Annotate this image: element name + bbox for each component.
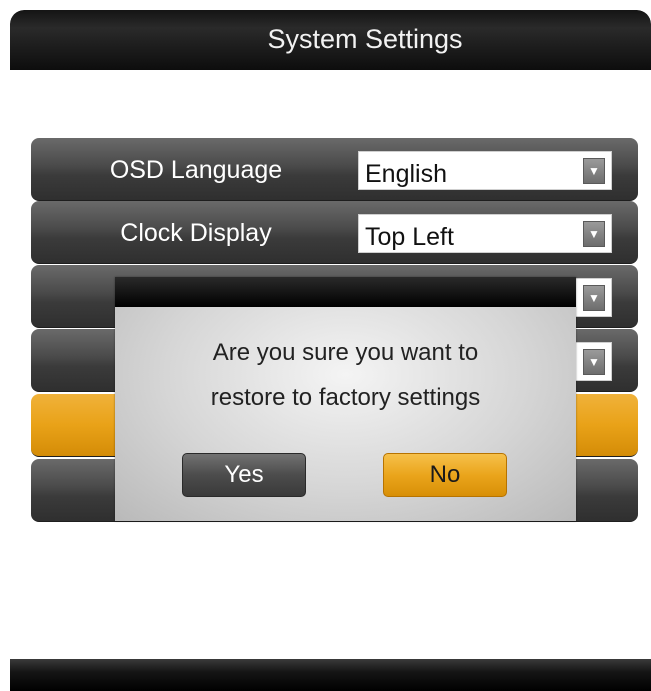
setting-label: OSD Language (109, 156, 283, 184)
setting-label: Clock Display (120, 219, 272, 247)
dialog-message-line-1: Are you sure you want to (212, 339, 479, 366)
dialog-title-bar (115, 277, 576, 307)
page-title: System Settings (267, 24, 463, 54)
select-value: English (365, 160, 447, 188)
chevron-down-icon[interactable]: ▼ (583, 221, 605, 247)
bottom-bar (10, 659, 651, 691)
no-button[interactable]: No (383, 453, 507, 497)
chevron-down-icon[interactable]: ▼ (583, 349, 605, 375)
confirm-dialog: Are you sure you want to restore to fact… (115, 277, 576, 521)
dialog-message-line-2: restore to factory settings (210, 384, 481, 411)
title-bar: System Settings (10, 10, 651, 70)
select-value: Top Left (365, 223, 454, 251)
yes-button[interactable]: Yes (182, 453, 306, 497)
chevron-down-icon[interactable]: ▼ (583, 158, 605, 184)
setting-row-osd-language[interactable]: OSD Language English ▼ (31, 138, 638, 201)
clock-display-select[interactable]: Top Left ▼ (358, 214, 612, 253)
osd-language-select[interactable]: English ▼ (358, 151, 612, 190)
chevron-down-icon[interactable]: ▼ (583, 285, 605, 311)
setting-row-clock-display[interactable]: Clock Display Top Left ▼ (31, 201, 638, 264)
